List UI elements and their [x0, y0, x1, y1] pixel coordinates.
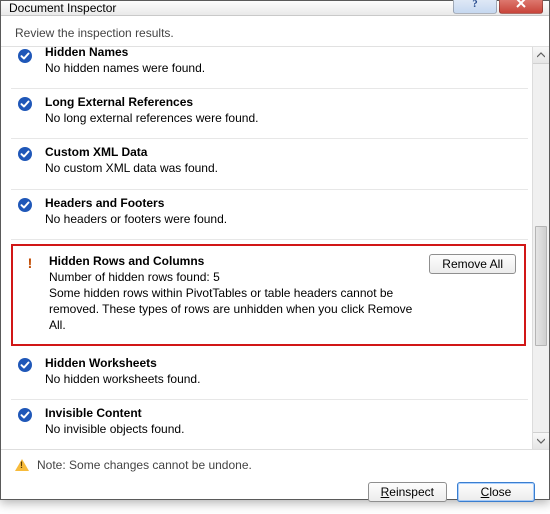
instruction-text: Review the inspection results.: [1, 16, 549, 47]
check-icon: [17, 96, 35, 115]
result-hidden-worksheets: Hidden Worksheets No hidden worksheets f…: [11, 350, 528, 400]
check-icon: [17, 407, 35, 426]
result-custom-xml-data: Custom XML Data No custom XML data was f…: [11, 139, 528, 189]
help-button[interactable]: ?: [453, 0, 497, 14]
close-button[interactable]: Close: [457, 482, 535, 502]
result-desc: No hidden names were found.: [45, 60, 522, 76]
warning-icon: !: [21, 255, 39, 271]
result-hidden-names: Hidden Names No hidden names were found.: [11, 47, 528, 89]
result-title: Custom XML Data: [45, 145, 522, 159]
reinspect-button[interactable]: Reinspect: [368, 482, 447, 502]
result-desc-line2: Some hidden rows within PivotTables or t…: [49, 285, 421, 334]
result-hidden-rows-columns: ! Hidden Rows and Columns Number of hidd…: [13, 246, 524, 344]
help-icon: ?: [469, 0, 481, 9]
result-desc: No headers or footers were found.: [45, 211, 522, 227]
result-invisible-content: Invisible Content No invisible objects f…: [11, 400, 528, 449]
check-icon: [17, 357, 35, 376]
check-icon: [17, 197, 35, 216]
footer-note: Note: Some changes cannot be undone.: [15, 458, 535, 472]
scrollbar-track[interactable]: [533, 64, 549, 432]
titlebar: Document Inspector ?: [1, 1, 549, 16]
svg-text:?: ?: [472, 0, 478, 9]
result-title: Headers and Footers: [45, 196, 522, 210]
result-headers-footers: Headers and Footers No headers or footer…: [11, 190, 528, 240]
results-list: Hidden Names No hidden names were found.…: [1, 47, 532, 449]
result-desc: No invisible objects found.: [45, 421, 522, 437]
result-long-external-references: Long External References No long externa…: [11, 89, 528, 139]
results-area: Hidden Names No hidden names were found.…: [1, 47, 549, 449]
dialog-footer: Note: Some changes cannot be undone. Rei…: [1, 449, 549, 514]
window-title: Document Inspector: [9, 1, 116, 15]
dialog-window: Document Inspector ? Review the inspecti…: [0, 0, 550, 500]
close-window-button[interactable]: [499, 0, 543, 14]
result-desc: No long external references were found.: [45, 110, 522, 126]
footer-note-text: Note: Some changes cannot be undone.: [37, 458, 252, 472]
chevron-up-icon: [537, 52, 545, 58]
result-title: Invisible Content: [45, 406, 522, 420]
remove-all-button[interactable]: Remove All: [429, 254, 516, 274]
scroll-up-button[interactable]: [533, 47, 549, 64]
check-icon: [17, 146, 35, 165]
result-title: Hidden Worksheets: [45, 356, 522, 370]
scrollbar-thumb[interactable]: [535, 226, 547, 346]
result-desc: No hidden worksheets found.: [45, 371, 522, 387]
scroll-down-button[interactable]: [533, 432, 549, 449]
result-desc: No custom XML data was found.: [45, 160, 522, 176]
check-icon: [17, 48, 35, 67]
result-title: Long External References: [45, 95, 522, 109]
close-icon: [515, 0, 527, 9]
result-desc-line1: Number of hidden rows found: 5: [49, 269, 421, 285]
result-title: Hidden Names: [45, 47, 522, 59]
warning-triangle-icon: [15, 459, 29, 471]
result-title: Hidden Rows and Columns: [49, 254, 421, 268]
vertical-scrollbar[interactable]: [532, 47, 549, 449]
highlighted-result: ! Hidden Rows and Columns Number of hidd…: [11, 244, 526, 346]
chevron-down-icon: [537, 438, 545, 444]
